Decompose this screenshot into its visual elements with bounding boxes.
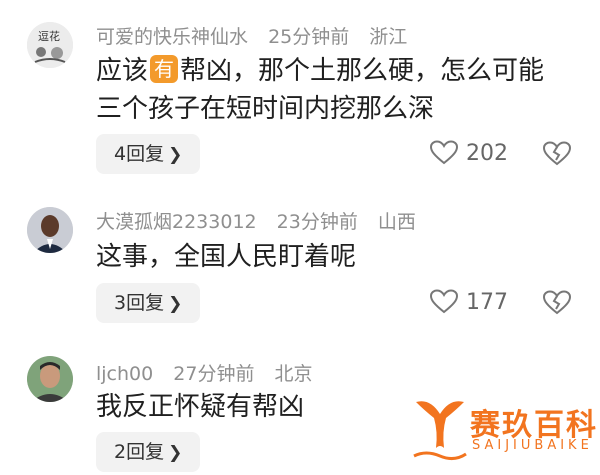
whale-tail-icon xyxy=(413,401,467,461)
avatar-image xyxy=(27,356,73,402)
replies-button[interactable]: 3回复 ❯ xyxy=(96,283,200,323)
like-count: 202 xyxy=(466,140,508,166)
chevron-right-icon: ❯ xyxy=(168,443,183,463)
comment-text: 应该有帮凶，那个土那么硬，怎么可能 xyxy=(96,55,545,86)
watermark-logo: 赛玖百科 SAIJIUBAIKE xyxy=(410,396,600,466)
timestamp: 27分钟前 xyxy=(173,363,255,385)
comment-text: 我反正怀疑有帮凶 xyxy=(96,392,305,422)
username[interactable]: 可爱的快乐神仙水 xyxy=(96,26,248,48)
dislike-button[interactable] xyxy=(542,290,572,320)
watermark-subtitle: SAIJIUBAIKE xyxy=(472,438,593,453)
like-button[interactable]: 202 xyxy=(430,140,508,166)
broken-heart-icon xyxy=(542,290,572,315)
dislike-button[interactable] xyxy=(542,141,572,171)
location: 山西 xyxy=(377,211,416,233)
username[interactable]: ljch00 xyxy=(96,363,153,385)
avatar-image: 逗花 xyxy=(27,22,73,68)
avatar[interactable]: 逗花 xyxy=(27,22,73,68)
avatar[interactable] xyxy=(27,356,73,402)
comment-meta: 可爱的快乐神仙水 25分钟前 浙江 xyxy=(96,22,421,49)
comment-meta: 大漠孤烟2233012 23分钟前 山西 xyxy=(96,207,430,234)
like-button[interactable]: 177 xyxy=(430,289,508,315)
location: 北京 xyxy=(274,363,313,385)
avatar-image xyxy=(27,207,73,253)
chevron-right-icon: ❯ xyxy=(168,145,183,165)
timestamp: 25分钟前 xyxy=(268,26,350,48)
comment-text-line2: 三个孩子在短时间内挖那么深 xyxy=(96,94,435,124)
like-count: 177 xyxy=(466,289,508,315)
broken-heart-icon xyxy=(542,141,572,166)
avatar-text: 逗花 xyxy=(38,30,60,43)
heart-icon xyxy=(430,289,458,314)
chevron-right-icon: ❯ xyxy=(168,294,183,314)
heart-icon xyxy=(430,140,458,165)
username[interactable]: 大漠孤烟2233012 xyxy=(96,211,257,233)
comment-text: 这事，全国人民盯着呢 xyxy=(96,242,357,272)
location: 浙江 xyxy=(369,26,408,48)
highlight-badge: 有 xyxy=(150,55,179,83)
replies-button[interactable]: 2回复 ❯ xyxy=(96,432,200,472)
avatar[interactable] xyxy=(27,207,73,253)
replies-button[interactable]: 4回复 ❯ xyxy=(96,134,200,174)
comment-meta: ljch00 27分钟前 北京 xyxy=(96,359,327,386)
timestamp: 23分钟前 xyxy=(276,211,358,233)
